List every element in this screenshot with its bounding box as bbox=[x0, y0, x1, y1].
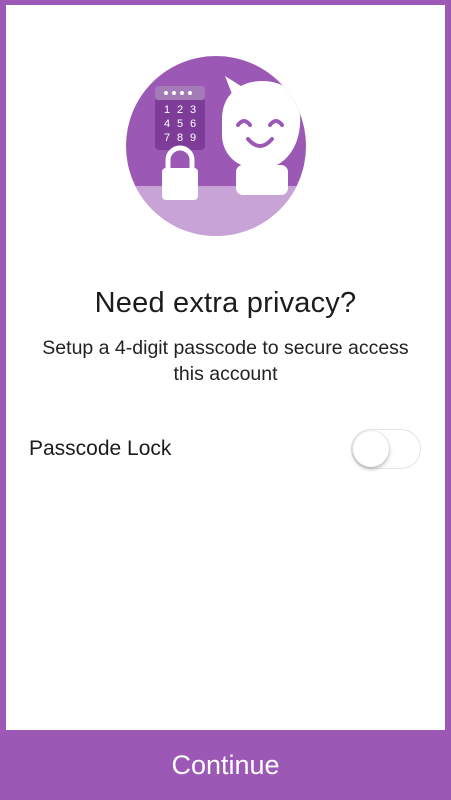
page-subtitle: Setup a 4-digit passcode to secure acces… bbox=[42, 337, 409, 385]
content-panel: 123 456 789 Need extra privacy? Setup a 4-… bbox=[6, 5, 445, 730]
passcode-lock-label: Passcode Lock bbox=[29, 437, 172, 460]
keypad-digit: 3 bbox=[190, 104, 196, 116]
keypad-digit: 9 bbox=[190, 132, 196, 144]
toggle-knob bbox=[353, 431, 389, 467]
continue-button-label: Continue bbox=[171, 750, 280, 780]
keypad-icon: 1 2 3 4 5 6 7 8 9 bbox=[155, 86, 205, 150]
keypad-digit: 8 bbox=[177, 132, 183, 144]
keypad-digit: 6 bbox=[190, 118, 196, 130]
passcode-lock-row: Passcode Lock bbox=[6, 425, 445, 475]
page-title: Need extra privacy? bbox=[94, 287, 357, 319]
keypad-digit: 1 bbox=[164, 104, 170, 116]
keypad-digit: 4 bbox=[164, 118, 170, 130]
keypad-digit: 5 bbox=[177, 118, 183, 130]
continue-button[interactable]: Continue bbox=[0, 730, 451, 800]
keypad-digit: 7 bbox=[164, 132, 170, 144]
keypad-digit: 2 bbox=[177, 104, 183, 116]
passcode-lock-illustration: 1 2 3 4 5 6 7 8 9 bbox=[126, 56, 306, 236]
passcode-lock-toggle[interactable] bbox=[351, 429, 421, 469]
